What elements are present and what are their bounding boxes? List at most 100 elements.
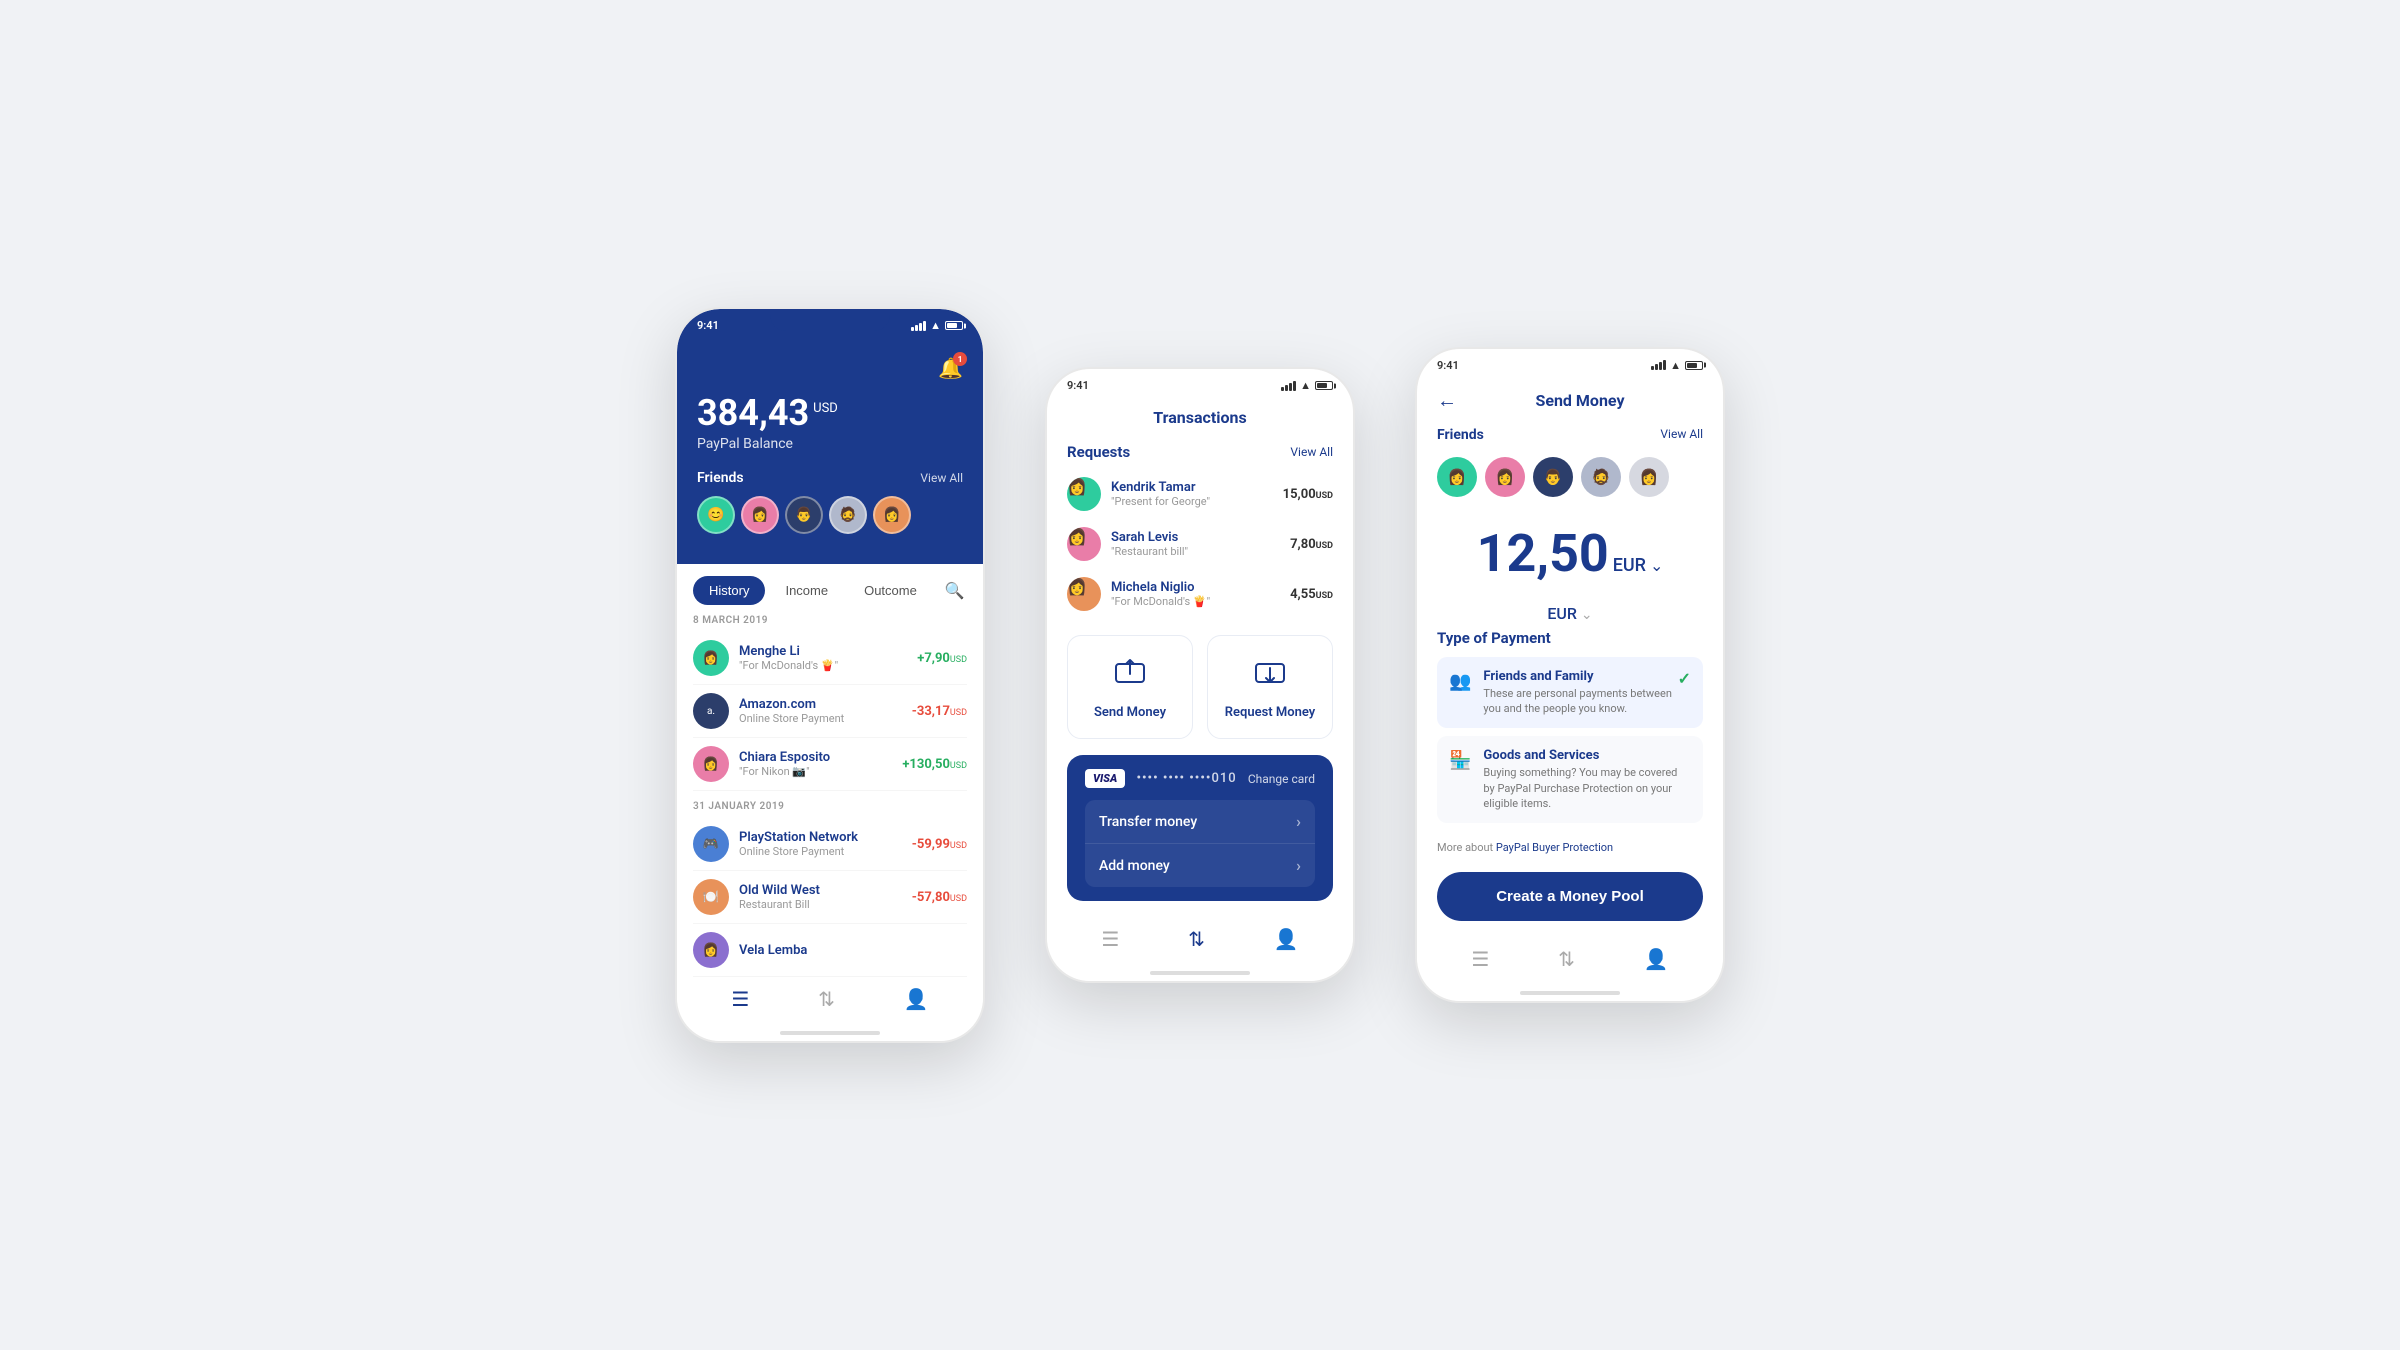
bottom-nav-2: ☰ ⇅ 👤 — [1047, 917, 1353, 971]
nav-list-icon-2[interactable]: ☰ — [1101, 927, 1119, 951]
tx-avatar-psn: 🎮 — [693, 826, 729, 862]
status-icons-2: ▲ — [1281, 379, 1333, 392]
balance-amount: 384,43USD — [697, 395, 963, 431]
nav-list-icon-3[interactable]: ☰ — [1471, 947, 1489, 971]
tx-sub-chiara: "For Nikon 📷" — [739, 765, 902, 778]
friends-avatars-row: 👩 👩 👨 🧔 👩 — [1417, 449, 1723, 513]
wifi-icon-2: ▲ — [1300, 379, 1311, 392]
buyer-protection-link[interactable]: PayPal Buyer Protection — [1496, 841, 1613, 854]
friend-avatar-1[interactable]: 😊 — [697, 496, 735, 534]
nav-profile-icon-2[interactable]: 👤 — [1274, 927, 1299, 951]
send-money-card[interactable]: Send Money — [1067, 635, 1193, 739]
tx-sub-amazon: Online Store Payment — [739, 712, 912, 725]
back-button[interactable]: ← — [1437, 388, 1457, 413]
amount-display: 12,50 EUR ⌄ — [1417, 513, 1723, 604]
req-avatar-michela: 👩 — [1067, 577, 1101, 611]
amount-currency-label: EUR ⌄ — [1417, 604, 1723, 623]
balance-label: PayPal Balance — [697, 436, 963, 452]
tab-income[interactable]: Income — [769, 576, 844, 605]
check-mark-family: ✓ — [1678, 669, 1691, 688]
req-sub-sarah: "Restaurant bill" — [1111, 545, 1290, 558]
signal-icon-2 — [1281, 381, 1296, 391]
search-button[interactable]: 🔍 — [937, 577, 973, 605]
request-item-michela[interactable]: 👩 Michela Niglio "For McDonald's 🍟" 4,55… — [1047, 569, 1353, 619]
req-name-sarah: Sarah Levis — [1111, 530, 1290, 545]
nav-transfer-icon[interactable]: ⇅ — [818, 987, 835, 1011]
req-sub-michela: "For McDonald's 🍟" — [1111, 595, 1290, 608]
bottom-nav-1: ☰ ⇅ 👤 — [677, 977, 983, 1031]
payment-option-goods[interactable]: 🏪 Goods and Services Buying something? Y… — [1437, 736, 1703, 823]
payment-name-goods: Goods and Services — [1483, 748, 1691, 763]
req-amount-michela: 4,55USD — [1290, 587, 1333, 602]
tx-name-amazon: Amazon.com — [739, 697, 912, 712]
payment-option-family[interactable]: 👥 Friends and Family These are personal … — [1437, 657, 1703, 729]
request-item-sarah[interactable]: 👩 Sarah Levis "Restaurant bill" 7,80USD — [1047, 519, 1353, 569]
amount-number[interactable]: 12,50 — [1477, 523, 1609, 584]
tx-item-menghe[interactable]: 👩 Menghe Li "For McDonald's 🍟" +7,90USD — [693, 632, 967, 685]
friend-avatar-2[interactable]: 👩 — [741, 496, 779, 534]
friend-avatar-4[interactable]: 🧔 — [829, 496, 867, 534]
tx-item-amazon[interactable]: a. Amazon.com Online Store Payment -33,1… — [693, 685, 967, 738]
balance-currency: USD — [813, 401, 838, 416]
nav-transfer-icon-2[interactable]: ⇅ — [1188, 927, 1205, 951]
requests-view-all[interactable]: View All — [1290, 445, 1333, 459]
tx-avatar-chiara: 👩 — [693, 746, 729, 782]
signal-icon-3 — [1651, 360, 1666, 370]
home-indicator-1 — [677, 1031, 983, 1041]
send-money-label: Send Money — [1094, 705, 1166, 720]
transfer-money-action[interactable]: Transfer money › — [1085, 800, 1315, 844]
currency-dropdown[interactable]: ⌄ — [1650, 556, 1663, 575]
time-2: 9:41 — [1067, 379, 1089, 392]
tab-outcome[interactable]: Outcome — [848, 576, 933, 605]
tx-sub-menghe: "For McDonald's 🍟" — [739, 659, 917, 672]
tab-history[interactable]: History — [693, 576, 765, 605]
request-money-label: Request Money — [1225, 705, 1316, 720]
friends-header: Friends View All — [697, 470, 963, 486]
tx-item-oww[interactable]: 🍽️ Old Wild West Restaurant Bill -57,80U… — [693, 871, 967, 924]
tx-item-vela[interactable]: 👩 Vela Lemba — [693, 924, 967, 977]
friend-avatar-5[interactable]: 👩 — [873, 496, 911, 534]
req-name-kendrik: Kendrik Tamar — [1111, 480, 1283, 495]
send-friend-av-3[interactable]: 👨 — [1533, 457, 1573, 497]
nav-profile-icon-3[interactable]: 👤 — [1644, 947, 1669, 971]
home-bar-1 — [780, 1031, 880, 1035]
tx-item-psn[interactable]: 🎮 PlayStation Network Online Store Payme… — [693, 818, 967, 871]
request-money-card[interactable]: Request Money — [1207, 635, 1333, 739]
send-friend-av-1[interactable]: 👩 — [1437, 457, 1477, 497]
payment-type-title: Type of Payment — [1437, 629, 1703, 647]
bell-button[interactable]: 🔔 1 — [938, 356, 963, 380]
tx-info-amazon: Amazon.com Online Store Payment — [739, 697, 912, 725]
send-money-icon — [1112, 654, 1148, 697]
status-icons-3: ▲ — [1651, 359, 1703, 372]
phone-dashboard: 9:41 ▲ 🔔 1 384,43USD — [675, 307, 985, 1043]
send-money-header: ← Send Money — [1417, 376, 1723, 421]
tx-info-chiara: Chiara Esposito "For Nikon 📷" — [739, 750, 902, 778]
notification-badge: 1 — [953, 352, 967, 366]
tx-avatar-oww: 🍽️ — [693, 879, 729, 915]
payment-name-family: Friends and Family — [1483, 669, 1677, 684]
tx-item-chiara[interactable]: 👩 Chiara Esposito "For Nikon 📷" +130,50U… — [693, 738, 967, 791]
friends-view-all[interactable]: View All — [920, 471, 963, 485]
tx-name-oww: Old Wild West — [739, 883, 912, 898]
home-indicator-2 — [1047, 971, 1353, 981]
req-info-sarah: Sarah Levis "Restaurant bill" — [1111, 530, 1290, 558]
add-money-action[interactable]: Add money › — [1085, 844, 1315, 887]
card-number: •••• •••• ••••010 — [1136, 771, 1236, 786]
send-friend-av-2[interactable]: 👩 — [1485, 457, 1525, 497]
tx-name-vela: Vela Lemba — [739, 943, 967, 958]
tx-avatar-vela: 👩 — [693, 932, 729, 968]
nav-list-icon[interactable]: ☰ — [731, 987, 749, 1011]
friends-row-view-all[interactable]: View All — [1660, 427, 1703, 443]
send-friend-av-4[interactable]: 🧔 — [1581, 457, 1621, 497]
nav-profile-icon[interactable]: 👤 — [904, 987, 929, 1011]
friend-avatar-3[interactable]: 👨 — [785, 496, 823, 534]
create-money-pool-button[interactable]: Create a Money Pool — [1437, 872, 1703, 921]
send-friend-av-5[interactable]: 👩 — [1629, 457, 1669, 497]
nav-transfer-icon-3[interactable]: ⇅ — [1558, 947, 1575, 971]
request-item-kendrik[interactable]: 👩 Kendrik Tamar "Present for George" 15,… — [1047, 469, 1353, 519]
buyer-protection-text: More about PayPal Buyer Protection — [1417, 831, 1723, 864]
change-card-button[interactable]: Change card — [1248, 772, 1315, 786]
page-title-2: Transactions — [1047, 396, 1353, 435]
status-icons-1: ▲ — [911, 319, 963, 332]
friends-row-header: Friends View All — [1417, 421, 1723, 449]
